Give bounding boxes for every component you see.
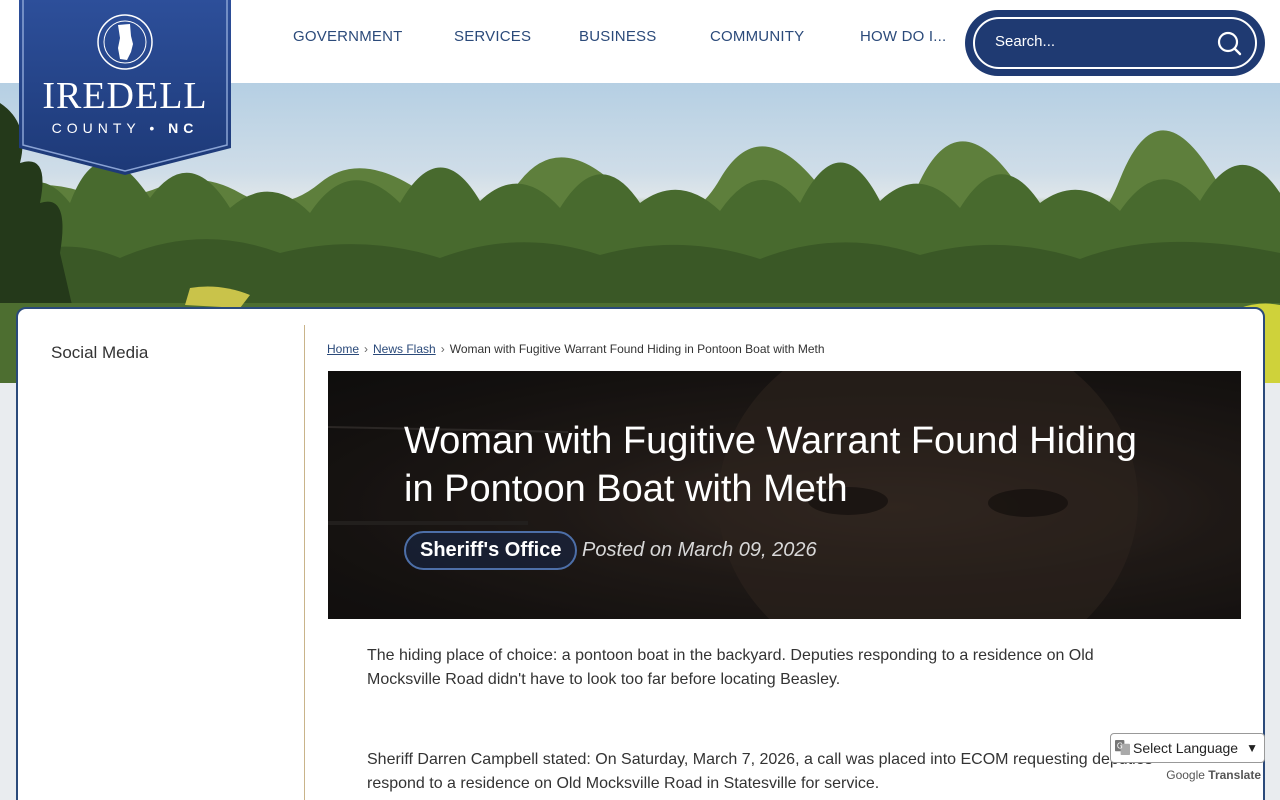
logo-county-text: COUNTY <box>51 120 141 136</box>
article-title: Woman with Fugitive Warrant Found Hiding… <box>404 420 1137 510</box>
column-divider <box>304 325 305 800</box>
breadcrumb-separator: › <box>440 342 445 356</box>
article-paragraph: The hiding place of choice: a pontoon bo… <box>367 647 1094 688</box>
google-translate-widget: G Select Language ▼ Google Translate <box>1110 733 1265 782</box>
breadcrumb-current: Woman with Fugitive Warrant Found Hiding… <box>449 342 825 356</box>
sidebar-social-media[interactable]: Social Media <box>51 343 148 363</box>
chevron-down-icon: ▼ <box>1246 741 1258 755</box>
svg-text:G: G <box>1117 741 1123 750</box>
content-card: Social Media Home › News Flash › Woman with … <box>16 307 1265 800</box>
search-box <box>965 10 1265 76</box>
search-field-frame <box>973 17 1257 69</box>
breadcrumb-separator: › <box>364 342 369 356</box>
breadcrumb-news-flash[interactable]: News Flash <box>373 342 436 356</box>
search-button[interactable] <box>1215 29 1245 59</box>
search-input[interactable] <box>995 33 1195 50</box>
county-logo[interactable]: IREDELL COUNTY • NC <box>19 0 231 175</box>
nav-how-do-i[interactable]: HOW DO I... <box>860 28 946 45</box>
logo-title: IREDELL <box>42 75 208 117</box>
powered-by-google-translate[interactable]: Google Translate <box>1110 768 1265 782</box>
posted-date: Posted on March 09, 2026 <box>582 539 817 561</box>
nav-community[interactable]: COMMUNITY <box>710 28 804 45</box>
logo-state-text: NC <box>168 120 199 136</box>
breadcrumb-home[interactable]: Home <box>327 342 359 356</box>
logo-subtitle: COUNTY • NC <box>51 120 199 136</box>
breadcrumb: Home › News Flash › Woman with Fugitive Warr… <box>327 342 825 356</box>
article-paragraph: Sheriff Darren Campbell stated: On Satur… <box>367 751 1153 792</box>
nav-government[interactable]: GOVERNMENT <box>293 28 403 45</box>
category-badge[interactable]: Sheriff's Office <box>404 531 578 570</box>
nav-business[interactable]: BUSINESS <box>579 28 656 45</box>
google-wordmark: Google <box>1166 768 1205 782</box>
language-select-label: Select Language <box>1133 740 1239 756</box>
nav-services[interactable]: SERVICES <box>454 28 531 45</box>
article-banner: Woman with Fugitive Warrant Found Hiding… <box>328 371 1241 619</box>
search-icon <box>1217 31 1242 56</box>
translate-label: Translate <box>1208 768 1261 782</box>
language-select[interactable]: G Select Language ▼ <box>1110 733 1265 763</box>
google-translate-icon: G <box>1115 740 1130 755</box>
